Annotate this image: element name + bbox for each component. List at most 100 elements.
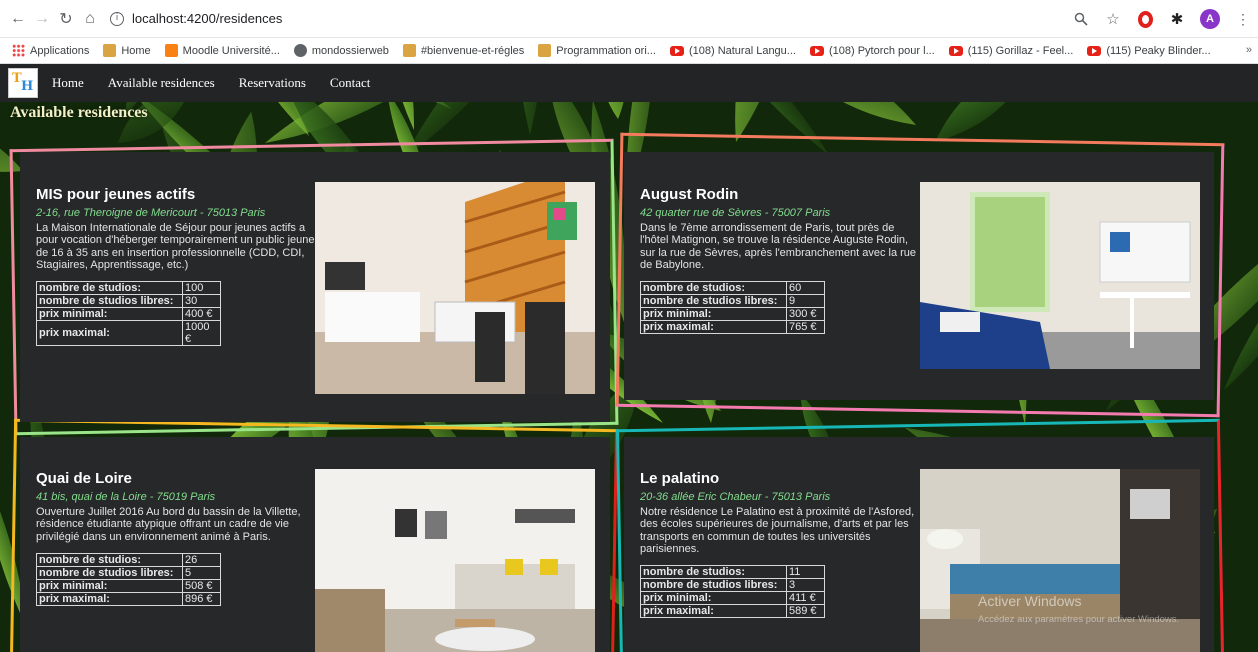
bookmark-item[interactable]: Programmation ori... bbox=[538, 44, 656, 57]
stat-label: prix minimal: bbox=[36, 307, 183, 322]
bookmark-item[interactable]: (108) Pytorch pour l... bbox=[809, 44, 935, 57]
youtube-icon bbox=[1087, 45, 1102, 56]
stat-label: nombre de studios: bbox=[36, 281, 183, 296]
address-bar[interactable]: i localhost:4200/residences bbox=[110, 11, 282, 26]
youtube-icon bbox=[948, 45, 963, 56]
stat-value: 411 € bbox=[786, 591, 825, 606]
residence-name[interactable]: Quai de Loire bbox=[36, 470, 316, 487]
logo-letter-h: H bbox=[21, 79, 34, 94]
moodle-icon bbox=[164, 44, 178, 57]
opera-extension-icon[interactable] bbox=[1136, 10, 1154, 28]
stats-row: prix minimal: 508 € bbox=[36, 578, 221, 593]
stats-row: nombre de studios libres: 3 bbox=[640, 578, 825, 593]
youtube-icon bbox=[809, 45, 824, 56]
stat-label: nombre de studios libres: bbox=[640, 578, 787, 593]
residence-name[interactable]: Le palatino bbox=[640, 470, 920, 487]
residence-photo[interactable] bbox=[315, 182, 595, 394]
nav-link-reservations[interactable]: Reservations bbox=[239, 75, 306, 91]
bookmark-item[interactable]: (108) Natural Langu... bbox=[669, 44, 796, 57]
bookmark-item[interactable]: mondossierweb bbox=[293, 44, 389, 57]
nav-link-available-residences[interactable]: Available residences bbox=[108, 75, 215, 91]
bookmark-icon bbox=[402, 44, 416, 57]
bookmark-item[interactable]: Home bbox=[103, 44, 151, 57]
residence-info: Quai de Loire 41 bis, quai de la Loire - … bbox=[36, 470, 316, 606]
residence-card[interactable]: 04August Rodin42 quarter rue de Sèvres -… bbox=[624, 152, 1214, 400]
stat-label: prix minimal: bbox=[36, 578, 183, 593]
apps-grid-icon bbox=[12, 44, 25, 57]
reload-icon[interactable]: ↻ bbox=[54, 7, 78, 31]
residence-photo[interactable] bbox=[315, 469, 595, 652]
bookmark-item[interactable]: Applications bbox=[12, 44, 89, 57]
stat-value: 400 € bbox=[182, 307, 221, 322]
nav-link-contact[interactable]: Contact bbox=[330, 75, 370, 91]
site-viewport: T H Home Available residences Reservations… bbox=[0, 64, 1258, 652]
residence-stats-table: nombre de studios: 11 nombre de studios li… bbox=[640, 565, 825, 619]
stat-value: 11 bbox=[786, 565, 825, 580]
youtube-icon bbox=[669, 45, 684, 56]
residence-name[interactable]: MIS pour jeunes actifs bbox=[36, 186, 316, 203]
stats-row: prix maximal: 589 € bbox=[640, 604, 825, 619]
stat-value: 1000 € bbox=[182, 320, 221, 347]
residence-description: Dans le 7ème arrondissement de Paris, to… bbox=[640, 222, 917, 271]
stats-row: prix maximal: 1000 € bbox=[36, 320, 221, 347]
home-icon[interactable]: ⌂ bbox=[78, 7, 102, 31]
site-info-icon[interactable]: i bbox=[110, 11, 124, 26]
bookmark-label: Applications bbox=[30, 44, 90, 57]
bookmark-item[interactable]: (115) Gorillaz - Feel... bbox=[948, 45, 1073, 57]
stat-value: 896 € bbox=[182, 591, 221, 606]
residence-photo[interactable] bbox=[920, 182, 1200, 369]
residence-stats-table: nombre de studios: 60 nombre de studios li… bbox=[640, 281, 825, 335]
bookmark-label: (108) Natural Langu... bbox=[688, 44, 796, 57]
forward-arrow-icon[interactable]: → bbox=[30, 7, 54, 31]
stats-row: prix minimal: 411 € bbox=[640, 591, 825, 606]
extensions-puzzle-icon[interactable]: ✱ bbox=[1168, 10, 1186, 28]
bookmark-label: (108) Pytorch pour l... bbox=[828, 44, 935, 57]
more-bookmarks-icon[interactable]: » bbox=[1246, 44, 1252, 56]
residence-stats-table: nombre de studios: 26 nombre de studios li… bbox=[36, 552, 221, 606]
bookmark-label: Programmation ori... bbox=[556, 44, 656, 57]
stat-label: prix minimal: bbox=[640, 591, 787, 606]
residence-card[interactable]: 01MIS pour jeunes actifs2-16, rue Theroi… bbox=[20, 152, 610, 422]
bookmark-star-icon[interactable]: ☆ bbox=[1104, 10, 1122, 28]
residence-info: August Rodin 42 quarter rue de Sèvres - 7… bbox=[640, 186, 920, 335]
nav-link-home[interactable]: Home bbox=[52, 75, 84, 91]
stat-label: nombre de studios libres: bbox=[36, 294, 183, 309]
stat-value: 765 € bbox=[786, 320, 825, 335]
stat-label: nombre de studios libres: bbox=[36, 565, 183, 580]
stat-label: nombre de studios libres: bbox=[640, 294, 787, 309]
bookmarks-bar: Applications Home Moodle Université... mond… bbox=[0, 38, 1258, 64]
residence-description: Ouverture Juillet 2016 Au bord du bassin… bbox=[36, 506, 301, 543]
stat-label: nombre de studios: bbox=[640, 281, 787, 296]
residence-name[interactable]: August Rodin bbox=[640, 186, 920, 203]
residence-address: 2-16, rue Theroigne de Mericourt - 75013… bbox=[36, 207, 266, 219]
bookmark-label: Moodle Université... bbox=[182, 44, 280, 57]
stat-value: 589 € bbox=[786, 604, 825, 619]
stat-value: 300 € bbox=[786, 307, 825, 322]
windows-activation-title: Activer Windows bbox=[978, 593, 1082, 609]
stat-label: nombre de studios: bbox=[36, 552, 183, 567]
bookmark-item[interactable]: (115) Peaky Blinder... bbox=[1087, 44, 1211, 57]
bookmark-label: (115) Peaky Blinder... bbox=[1106, 44, 1211, 57]
profile-avatar[interactable]: A bbox=[1200, 9, 1220, 29]
site-logo[interactable]: T H bbox=[8, 68, 38, 98]
browser-menu-icon[interactable]: ⋮ bbox=[1234, 10, 1252, 28]
stat-label: prix minimal: bbox=[640, 307, 787, 322]
residence-address: 42 quarter rue de Sèvres - 75007 Paris bbox=[640, 207, 831, 219]
residence-address: 41 bis, quai de la Loire - 75019 Paris bbox=[36, 491, 216, 503]
stats-row: nombre de studios: 60 bbox=[640, 281, 825, 296]
back-arrow-icon[interactable]: ← bbox=[6, 7, 30, 31]
zoom-icon[interactable] bbox=[1072, 10, 1090, 28]
stat-value: 5 bbox=[182, 565, 221, 580]
stats-row: prix minimal: 400 € bbox=[36, 307, 221, 322]
bookmark-item[interactable]: Moodle Université... bbox=[164, 44, 280, 57]
stats-row: prix minimal: 300 € bbox=[640, 307, 825, 322]
bookmark-icon bbox=[103, 44, 117, 57]
bookmark-label: Home bbox=[121, 44, 151, 57]
page-title: Available residences bbox=[10, 104, 148, 121]
stats-row: nombre de studios libres: 5 bbox=[36, 565, 221, 580]
stats-row: prix maximal: 896 € bbox=[36, 591, 221, 606]
stat-value: 508 € bbox=[182, 578, 221, 593]
residence-card[interactable]: 02Quai de Loire41 bis, quai de la Loire … bbox=[20, 437, 610, 652]
address-bar-url[interactable]: localhost:4200/residences bbox=[132, 11, 282, 26]
bookmark-item[interactable]: #bienvenue-et-régles bbox=[402, 44, 524, 57]
